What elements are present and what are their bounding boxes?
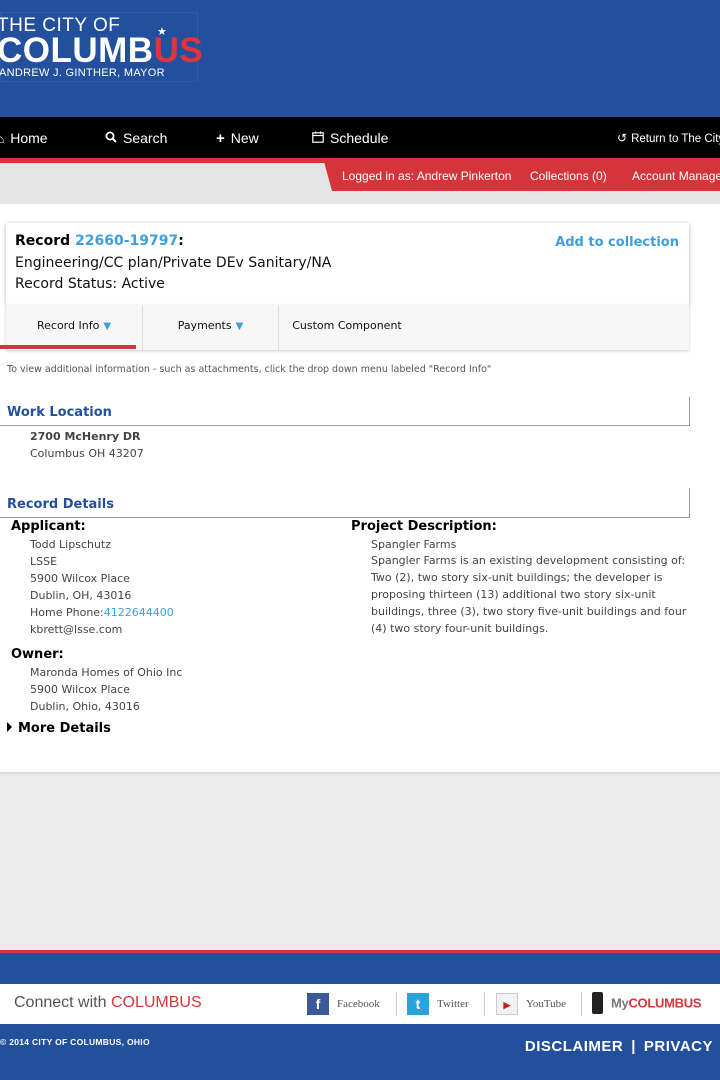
youtube-link[interactable]: ▶ YouTube [496,993,566,1016]
helper-text: To view additional information - such as… [7,364,492,375]
logo-line3: ANDREW J. GINTHER, MAYOR [0,67,165,79]
youtube-icon: ▶ [496,993,518,1016]
connect-bar: Connect with COLUMBUS f Facebook t Twitter… [0,984,720,1024]
project-name: Spangler Farms [371,538,457,551]
facebook-icon: f [307,993,329,1016]
main-nav: ⌂ Home Search + New Schedule ↺ Return to Th… [0,117,720,158]
record-header-card: Record 22660-19797: Engineering/CC plan/… [6,223,689,305]
calendar-icon [312,118,324,161]
applicant-label: Applicant: [11,519,86,534]
social-divider [396,992,397,1016]
search-icon [105,118,117,161]
logged-in-text: Logged in as: Andrew Pinkerton [342,169,512,183]
applicant-email: kbrett@lsse.com [30,623,123,636]
social-divider [581,992,582,1016]
section-divider [0,425,690,426]
social-divider [484,992,485,1016]
twitter-link[interactable]: t Twitter [407,993,469,1016]
record-type: Engineering/CC plan/Private DEv Sanitary… [15,255,332,271]
project-description: Spangler Farms is an existing developmen… [371,554,687,635]
nav-new[interactable]: + New [216,117,259,158]
phone-icon [592,992,603,1014]
owner-name: Maronda Homes of Ohio Inc [30,666,183,679]
record-tabs: Record Info ▼ Payments ▼ Custom Component [6,305,689,350]
undo-icon: ↺ [617,131,628,145]
tab-record-info[interactable]: Record Info ▼ [6,305,142,350]
plus-icon: + [216,130,225,147]
applicant-address1: 5900 Wilcox Place [30,572,130,585]
work-location-street: 2700 McHenry DR [30,430,141,443]
nav-home[interactable]: ⌂ Home [0,117,48,158]
twitter-icon: t [407,993,429,1016]
project-description-label: Project Description: [351,519,497,534]
user-bar: Logged in as: Andrew Pinkerton Collectio… [323,158,720,191]
city-logo[interactable]: THE CITY OF COLUMBUS ★ ANDREW J. GINTHER… [0,12,203,82]
owner-label: Owner: [11,647,64,662]
applicant-phone-link[interactable]: 4122644400 [104,606,174,619]
record-status: Record Status: Active [15,276,165,292]
more-details-toggle[interactable]: More Details [7,721,111,736]
star-icon: ★ [157,25,167,38]
caret-down-icon: ▼ [235,321,244,332]
owner-address1: 5900 Wilcox Place [30,683,130,696]
home-icon: ⌂ [0,132,5,146]
work-location-city: Columbus OH 43207 [30,447,144,460]
main-content: Record 22660-19797: Engineering/CC plan/… [0,204,720,772]
record-details-title: Record Details [7,497,114,512]
disclaimer-link[interactable]: DISCLAIMER [525,1038,623,1055]
nav-search[interactable]: Search [105,117,167,158]
footer-link-divider: | [631,1038,636,1055]
applicant-address2: Dublin, OH, 43016 [30,589,132,602]
connect-with-columbus: Connect with COLUMBUS [14,994,202,1011]
tab-custom-component[interactable]: Custom Component [279,305,415,350]
section-border [689,488,690,518]
applicant-name: Todd Lipschutz [30,538,112,551]
active-tab-indicator [0,345,136,349]
record-title: Record 22660-19797: [15,233,184,249]
record-number-link[interactable]: 22660-19797 [75,233,178,249]
footer-links: DISCLAIMER | PRIVACY [525,1038,713,1055]
applicant-phone-row: Home Phone:4122644400 [30,606,174,619]
caret-down-icon: ▼ [103,321,112,332]
section-divider [0,517,690,518]
privacy-link[interactable]: PRIVACY [644,1038,713,1055]
tab-payments[interactable]: Payments ▼ [143,305,278,350]
nav-schedule[interactable]: Schedule [312,117,388,158]
work-location-title: Work Location [7,405,112,420]
mycolumbus-app-link[interactable]: MyCOLUMBUS [592,992,701,1016]
facebook-link[interactable]: f Facebook [307,993,380,1016]
add-to-collection-link[interactable]: Add to collection [555,235,679,250]
userbar-stripe [0,158,330,163]
caret-right-icon [7,722,12,732]
nav-return[interactable]: ↺ Return to The City [617,117,720,158]
account-management-link[interactable]: Account Management [632,169,720,183]
section-border [689,397,690,426]
copyright-text: © 2014 CITY OF COLUMBUS, OHIO [0,1037,150,1047]
applicant-company: LSSE [30,555,58,568]
site-header: THE CITY OF COLUMBUS ★ ANDREW J. GINTHER… [0,0,720,117]
logo-line2: COLUMBUS [0,31,204,70]
collections-link[interactable]: Collections (0) [530,169,607,183]
owner-address2: Dublin, Ohio, 43016 [30,700,140,713]
